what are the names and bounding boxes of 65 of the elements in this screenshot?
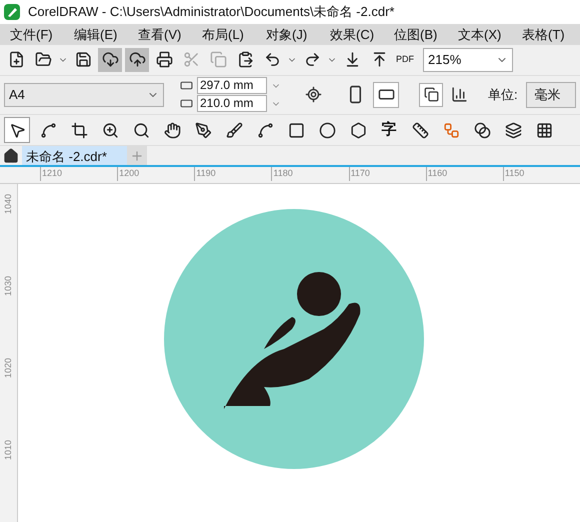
- menu-item[interactable]: 编辑(E): [64, 24, 128, 44]
- dimension-field[interactable]: 210.0 mm: [197, 95, 267, 112]
- copy-icon: [210, 51, 226, 68]
- all-pages-button[interactable]: [419, 82, 443, 107]
- menu-item[interactable]: 查看(V): [128, 24, 192, 44]
- search-icon: [132, 122, 150, 139]
- toolbar-button[interactable]: [125, 48, 149, 72]
- new-file-icon: [8, 51, 24, 68]
- menu-item[interactable]: 表格(T): [512, 24, 576, 44]
- menu-item[interactable]: 布局(L): [192, 24, 256, 44]
- connector-icon: [442, 122, 460, 139]
- menu-item[interactable]: 文件(F): [0, 24, 64, 44]
- crop-icon: [70, 122, 88, 139]
- pointer-icon: [8, 122, 26, 139]
- ellipse-icon: [318, 122, 336, 139]
- page-size-select[interactable]: A4: [4, 82, 164, 107]
- bar-icon: [451, 86, 468, 104]
- ruler-label: 1030: [2, 276, 14, 298]
- tool-button[interactable]: [4, 117, 30, 144]
- ruler-label: 1170: [348, 167, 426, 182]
- landscape-button[interactable]: [373, 82, 399, 108]
- ruler-label: 1210: [40, 167, 118, 182]
- cloud-upload-icon: [128, 51, 146, 68]
- text-tool-button[interactable]: 字: [376, 117, 402, 144]
- unit-label: 单位:: [488, 86, 518, 104]
- plus-icon: [130, 148, 144, 163]
- folder-icon: [34, 51, 52, 68]
- menu-item[interactable]: 文本(X): [448, 24, 512, 44]
- ruler-label: 1160: [426, 167, 503, 182]
- ruler-label: 1200: [117, 167, 194, 182]
- save-icon: [74, 51, 92, 68]
- pen-icon: [194, 122, 212, 139]
- window-title: CorelDRAW - C:\Users\Administrator\Documents\未命名 -2.cdr*: [28, 3, 394, 22]
- rectangle-icon: [288, 122, 304, 139]
- redo-icon: [304, 51, 320, 68]
- dimension-field[interactable]: 297.0 mm: [197, 77, 267, 94]
- menu-item[interactable]: 对象(J): [256, 24, 320, 44]
- paste-icon: [236, 51, 254, 68]
- app-logo-icon: [4, 4, 20, 20]
- curve-icon: [256, 122, 274, 139]
- zoom-field[interactable]: 215%: [423, 48, 513, 72]
- menu-item[interactable]: 位图(B): [384, 24, 448, 44]
- cloud-download-icon: [102, 51, 118, 68]
- ruler-label: 1010: [2, 440, 14, 462]
- ruler-label: 1040: [2, 194, 14, 216]
- ruler-label: 1180: [271, 167, 349, 182]
- toolbar-button[interactable]: [98, 48, 122, 72]
- blend-icon: [474, 122, 490, 139]
- cut-icon: [182, 51, 200, 68]
- pages-icon: [424, 87, 438, 102]
- brush-icon: [226, 122, 242, 139]
- undo-icon: [264, 51, 280, 68]
- pdf-button[interactable]: PDF: [394, 55, 416, 64]
- print-icon: [156, 51, 172, 68]
- zoom-icon: [102, 122, 118, 139]
- ruler-label: 1020: [2, 358, 14, 380]
- home-icon: [3, 148, 19, 164]
- unit-select[interactable]: 毫米: [526, 82, 576, 108]
- ruler-label: 1190: [194, 167, 272, 182]
- ruler-icon: [412, 122, 428, 139]
- hand-icon: [164, 122, 180, 139]
- ruler-label: 1150: [502, 167, 580, 182]
- menu-item[interactable]: 效果(C): [320, 24, 384, 44]
- hexagon-icon: [350, 122, 366, 139]
- document-tab[interactable]: 未命名 -2.cdr*: [22, 146, 127, 166]
